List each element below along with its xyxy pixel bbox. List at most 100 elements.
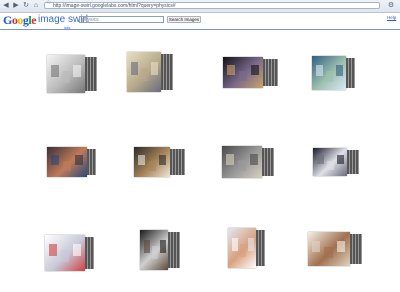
stack-layer (170, 149, 173, 175)
image-detail (337, 155, 344, 165)
thumb-group-photo[interactable] (47, 147, 96, 177)
image-detail (152, 246, 158, 260)
stack-layer (262, 148, 265, 176)
stack-layer (177, 232, 180, 268)
thumb-planets[interactable] (223, 57, 278, 88)
thumb-chart-sketch[interactable] (45, 235, 94, 271)
google-logo[interactable]: Google (3, 13, 36, 27)
stack-layer (350, 150, 353, 174)
image-detail (238, 70, 247, 82)
stack-layer (85, 57, 88, 91)
help-link[interactable]: Help (387, 15, 396, 20)
stack-layer (87, 149, 90, 175)
forward-arrow-icon[interactable]: ▶ (12, 2, 20, 10)
stack-layer (171, 232, 174, 268)
image-detail (138, 154, 146, 165)
stack-layer (179, 149, 182, 175)
stack-layer (353, 234, 356, 264)
stack-layer (94, 57, 97, 91)
image-detail (148, 160, 156, 171)
image-detail (249, 154, 258, 165)
image-detail (160, 240, 167, 254)
image-detail (316, 64, 323, 76)
stack-layer (265, 148, 268, 176)
stack-layer (174, 232, 177, 268)
thumbnail-image (312, 56, 346, 90)
image-detail (232, 238, 238, 252)
image-detail (317, 155, 324, 165)
image-detail (141, 68, 148, 82)
thumbnail-image (313, 148, 347, 176)
image-detail (336, 64, 343, 76)
image-detail (336, 240, 346, 252)
stack-layer (359, 234, 362, 264)
browser-toolbar: ◀ ▶ ↻ ⌂ http://image-swirl.googlelabs.co… (0, 0, 400, 13)
stack-layer (356, 234, 359, 264)
stack-layer (259, 230, 262, 266)
image-detail (159, 154, 167, 165)
stack-layer (346, 58, 349, 88)
home-icon[interactable]: ⌂ (32, 2, 40, 10)
image-detail (62, 160, 71, 171)
stack-layer (88, 237, 91, 269)
reload-icon[interactable]: ↻ (22, 2, 30, 10)
address-bar[interactable]: http://image-swirl.googlelabs.com/html?q… (44, 2, 380, 9)
thumb-sketch-diagram[interactable] (47, 55, 97, 93)
thumbnail-image (140, 230, 168, 270)
image-detail (62, 70, 70, 84)
thumb-collage[interactable] (312, 56, 355, 90)
stack-layer (356, 150, 359, 174)
thumb-webpage[interactable] (308, 232, 362, 266)
stack-layer (168, 232, 171, 268)
thumb-hallway-people[interactable] (222, 146, 274, 178)
thumbnail-image (223, 57, 263, 88)
stack-layer (269, 59, 272, 86)
image-detail (73, 64, 81, 78)
thumbnail-image (308, 232, 350, 266)
image-detail (227, 64, 235, 76)
thumb-dark-photo[interactable] (140, 230, 180, 270)
image-detail (237, 160, 246, 171)
image-detail (51, 154, 59, 165)
stack-layer (167, 54, 170, 90)
image-detail (326, 70, 333, 82)
image-detail (51, 64, 59, 78)
image-detail (240, 244, 246, 258)
stack-layer (93, 149, 96, 175)
search-images-button[interactable]: Search Images (167, 16, 201, 23)
stack-layer (161, 54, 164, 90)
stack-layer (170, 54, 173, 90)
stack-layer (91, 57, 94, 91)
star-icon[interactable]: ☆ (46, 0, 51, 7)
image-detail (72, 244, 81, 256)
thumb-portrait[interactable] (228, 228, 265, 268)
stack-layer (85, 237, 88, 269)
image-detail (312, 240, 321, 252)
thumbnail-image (127, 52, 161, 92)
stack-layer (173, 149, 176, 175)
stack-layer (256, 230, 259, 266)
thumbnail-image (134, 147, 170, 177)
stack-layer (176, 149, 179, 175)
image-detail (144, 240, 150, 254)
stack-layer (352, 58, 355, 88)
image-detail (74, 154, 83, 165)
thumb-lab-room[interactable] (134, 147, 185, 177)
stack-layer (268, 148, 271, 176)
image-detail (250, 64, 259, 76)
thumb-machine[interactable] (313, 148, 359, 176)
thumb-comic-strip[interactable] (127, 52, 173, 92)
image-detail (151, 62, 158, 76)
image-detail (248, 238, 255, 252)
thumbnail-image (47, 147, 87, 177)
header-divider (0, 29, 400, 30)
stack-layer (350, 234, 353, 264)
thumbnail-image (45, 235, 85, 271)
stack-layer (349, 58, 352, 88)
search-input[interactable]: physics (79, 16, 164, 23)
wrench-icon[interactable]: ⚙ (386, 2, 396, 10)
back-arrow-icon[interactable]: ◀ (2, 2, 10, 10)
stack-layer (272, 59, 275, 86)
image-detail (226, 154, 234, 165)
stack-layer (353, 150, 356, 174)
